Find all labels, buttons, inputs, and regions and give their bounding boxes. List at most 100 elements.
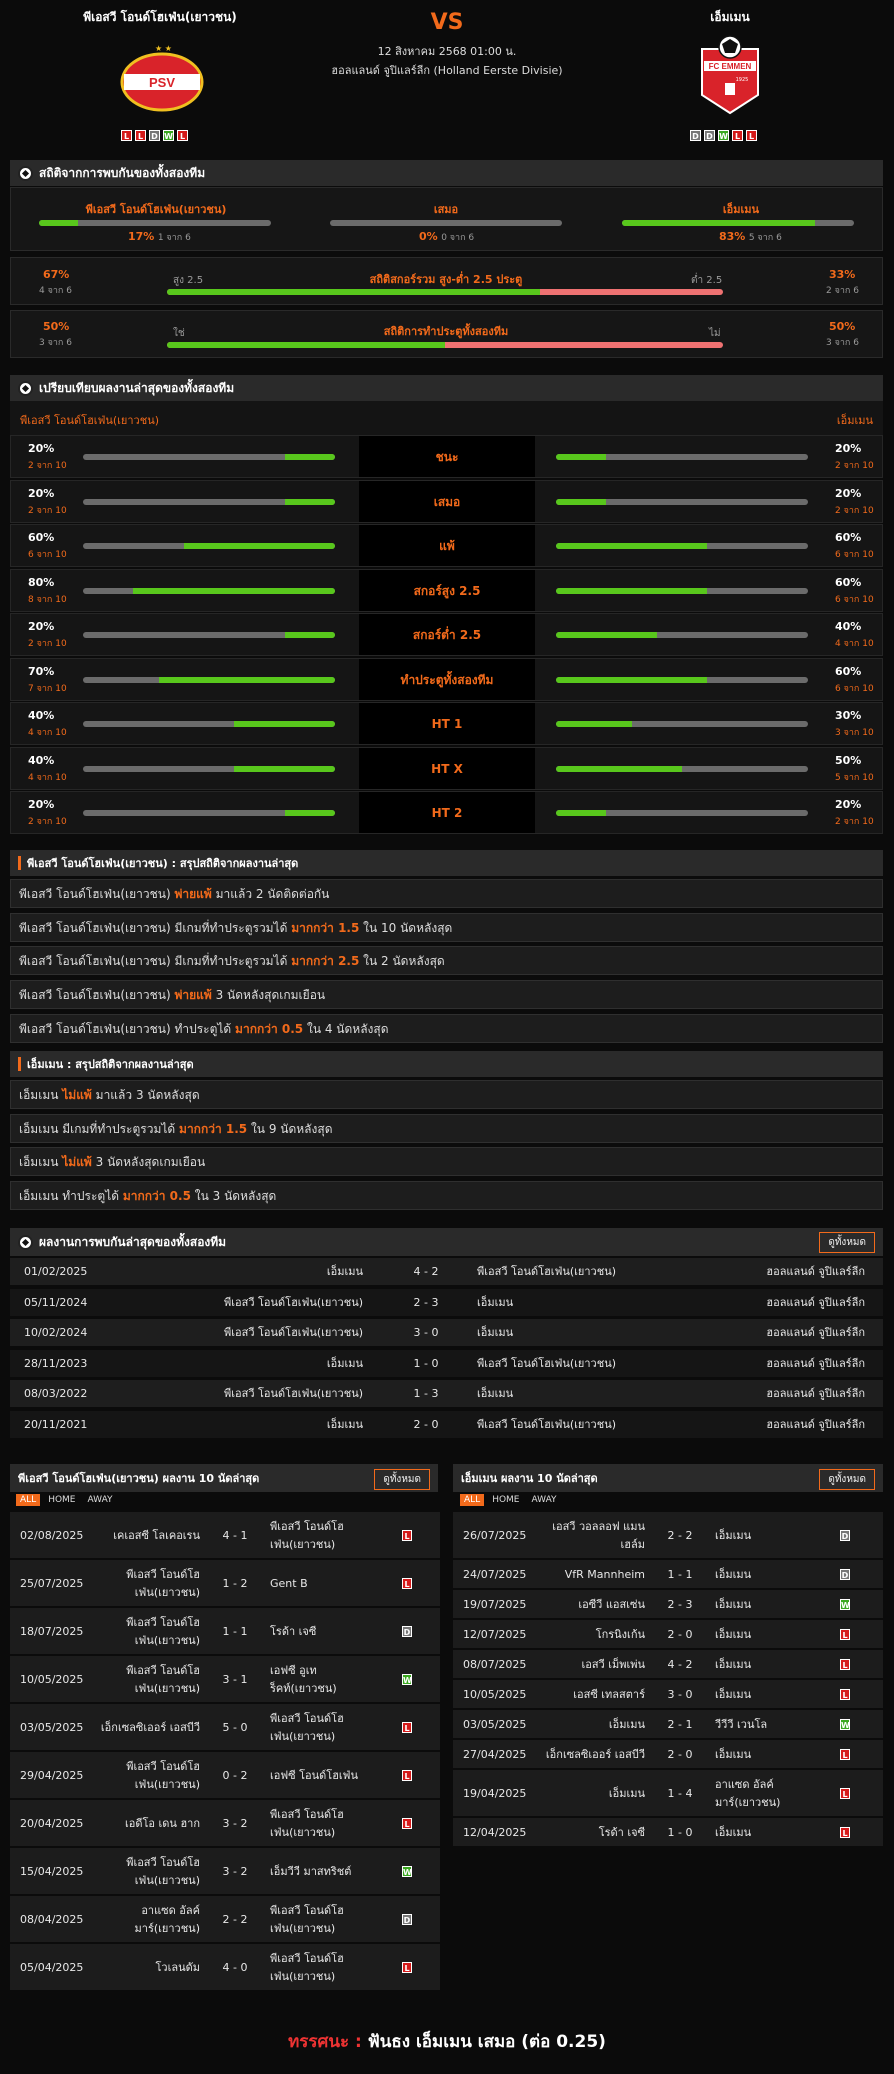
h2h-results-header: ผลงานการพบกันล่าสุดของทั้งสองทีม ดูทั้งห… [10, 1228, 883, 1256]
form-badge: D [690, 130, 701, 141]
away-team: เอ็มเมน [477, 1326, 514, 1339]
recent-match-row[interactable]: 26/07/2025 เอสวี วอลลอฟ แมนเฮล์ม 2 - 2 เอ็ม… [453, 1512, 883, 1560]
home-team: พีเอสวี โอนด์โฮเฟ่น(เยาวชน) [224, 1295, 363, 1309]
summary-highlight: ไม่แพ้ [62, 1155, 92, 1170]
h2h-home-bar [39, 220, 271, 226]
home-team: โรด้า เจซี [598, 1826, 645, 1839]
h2h-view-all-button[interactable]: ดูทั้งหมด [819, 1232, 875, 1253]
recent-match-row[interactable]: 25/07/2025 พีเอสวี โอนด์โฮเฟ่น(เยาวชน) 1 -… [10, 1560, 440, 1608]
away-last10-header: เอ็มเมน ผลงาน 10 นัดล่าสุด ดูทั้งหมด [453, 1464, 883, 1492]
summary-highlight: มากกว่า 1.5 [291, 920, 360, 935]
home-of: 7 จาก 10 [28, 683, 67, 694]
recent-match-row[interactable]: 18/07/2025 พีเอสวี โอนด์โฮเฟ่น(เยาวชน) 1 -… [10, 1608, 440, 1656]
tab-home[interactable]: HOME [488, 1494, 523, 1506]
recent-match-row[interactable]: 24/07/2025 VfR Mannheim 1 - 1 เอ็มเมน D [453, 1560, 883, 1590]
score: 1 - 1 [667, 1567, 693, 1581]
match-league: ฮอลแลนด์ จูปิแลร์ลีก (Holland Eerste Div… [331, 64, 563, 77]
result-badge: L [840, 1629, 850, 1640]
recent-match-row[interactable]: 20/04/2025 เอดีโอ เดน ฮาก 3 - 2 พีเอสวี โอน… [10, 1800, 440, 1848]
recent-match-row[interactable]: 08/07/2025 เอสวี เม็พเพ่น 4 - 2 เอ็มเมน L [453, 1650, 883, 1680]
match-date: 27/04/2025 [463, 1747, 527, 1761]
bts-bar [167, 342, 723, 348]
h2h-result-row[interactable]: 05/11/2024 พีเอสวี โอนด์โฮเฟ่น(เยาวชน) 2 -… [10, 1288, 883, 1317]
home-team: พีเอสวี โอนด์โฮเฟ่น(เยาวชน) [126, 1616, 200, 1647]
ou-bar-fill [167, 289, 540, 295]
compare-row: 70% 7 จาก 10 ทำประตูทั้งสองทีม 60% 6 จาก 10 [10, 657, 883, 701]
compare-label: HT 1 [359, 703, 535, 744]
summary-row: พีเอสวี โอนด์โฮเฟ่น(เยาวชน) ทำประตูได้ ม… [10, 1013, 883, 1043]
recent-match-row[interactable]: 08/04/2025 อาแซด อัลค์มาร์(เยาวชน) 2 - 2 พี… [10, 1896, 440, 1944]
form-badge: L [121, 130, 132, 141]
away-team: พีเอสวี โอนด์โฮเฟ่น(เยาวชน) [477, 1265, 616, 1278]
match-date: 03/05/2025 [20, 1720, 84, 1734]
away-form: DDWLL [690, 130, 757, 141]
recent-match-row[interactable]: 03/05/2025 เอ็มเมน 2 - 1 วีวีวี เวนโล W [453, 1710, 883, 1740]
tab-away[interactable]: AWAY [528, 1494, 561, 1506]
form-badge: D [149, 130, 160, 141]
score: 4 - 1 [222, 1528, 248, 1542]
away-team: เอ็มเมน [715, 1529, 752, 1542]
football-icon [18, 380, 33, 396]
summary-text: ใน 4 นัดหลังสุด [303, 1021, 389, 1036]
tab-away[interactable]: AWAY [84, 1494, 117, 1506]
tab-home[interactable]: HOME [44, 1494, 79, 1506]
home-bar [83, 676, 335, 683]
h2h-result-row[interactable]: 08/03/2022 พีเอสวี โอนด์โฮเฟ่น(เยาวชน) 1 -… [10, 1380, 883, 1408]
recent-match-row[interactable]: 19/04/2025 เอ็มเมน 1 - 4 อาแซด อัลค์มาร์(เย… [453, 1770, 883, 1818]
result-badge: W [402, 1674, 412, 1685]
away-bar-fill [556, 454, 607, 460]
score: 3 - 1 [222, 1672, 248, 1686]
recent-match-row[interactable]: 03/05/2025 เอ็กเซลซิเออร์ เอสบีวี 5 - 0 พีเ… [10, 1704, 440, 1752]
match-date: 10/02/2024 [24, 1326, 88, 1339]
h2h-stats-header: สถิติจากการพบกันของทั้งสองทีม [10, 160, 883, 186]
recent-match-row[interactable]: 10/05/2025 เอสซี เทลสตาร์ 3 - 0 เอ็มเมน L [453, 1680, 883, 1710]
recent-match-row[interactable]: 15/04/2025 พีเอสวี โอนด์โฮเฟ่น(เยาวชน) 3 -… [10, 1848, 440, 1896]
summary-row: พีเอสวี โอนด์โฮเฟ่น(เยาวชน) มีเกมที่ทำปร… [10, 946, 883, 976]
away-bar [556, 676, 808, 683]
h2h-result-row[interactable]: 10/02/2024 พีเอสวี โอนด์โฮเฟ่น(เยาวชน) 3 -… [10, 1319, 883, 1347]
match-date: 18/07/2025 [20, 1624, 84, 1638]
score: 2 - 0 [413, 1417, 439, 1431]
h2h-draw-label: เสมอ [433, 203, 459, 216]
h2h-result-row[interactable]: 28/11/2023 เอ็มเมน 1 - 0 พีเอสวี โอนด์โฮเฟ่… [10, 1349, 883, 1378]
away-view-all-button[interactable]: ดูทั้งหมด [819, 1469, 875, 1490]
home-view-all-button[interactable]: ดูทั้งหมด [374, 1469, 430, 1490]
recent-match-row[interactable]: 12/07/2025 โกรนิงเก้น 2 - 0 เอ็มเมน L [453, 1620, 883, 1650]
match-date: 19/07/2025 [463, 1597, 527, 1611]
tab-all[interactable]: ALL [16, 1494, 41, 1506]
home-pct: 40% [28, 709, 55, 722]
score: 4 - 0 [222, 1960, 248, 1974]
tab-all[interactable]: ALL [460, 1494, 485, 1506]
home-team-name[interactable]: พีเอสวี โอนด์โฮเฟ่น(เยาวชน) [60, 8, 260, 27]
match-date: 08/04/2025 [20, 1912, 84, 1926]
recent-match-row[interactable]: 02/08/2025 เคเอสซี โลเคอเรน 4 - 1 พีเอสวี โ… [10, 1512, 440, 1560]
away-team: Gent B [270, 1576, 308, 1590]
h2h-home-pct: 17% [128, 230, 155, 243]
verdict-text: ฟันธง เอ็มเมน เสมอ (ต่อ 0.25) [367, 2032, 606, 2052]
recent-match-row[interactable]: 29/04/2025 พีเอสวี โอนด์โฮเฟ่น(เยาวชน) 0 -… [10, 1752, 440, 1800]
home-pct: 20% [28, 620, 55, 633]
h2h-result-row[interactable]: 20/11/2021 เอ็มเมน 2 - 0 พีเอสวี โอนด์โฮเฟ่… [10, 1410, 883, 1439]
away-team: พีเอสวี โอนด์โฮเฟ่น(เยาวชน) [270, 1904, 344, 1935]
recent-match-row[interactable]: 19/07/2025 เอซีวี แอสเซ่น 2 - 3 เอ็มเมน W [453, 1590, 883, 1620]
compare-row: 40% 4 จาก 10 HT X 50% 5 จาก 10 [10, 746, 883, 790]
home-of: 4 จาก 10 [28, 728, 67, 738]
score: 3 - 2 [222, 1864, 248, 1878]
away-of: 5 จาก 10 [835, 772, 874, 783]
league-name: ฮอลแลนด์ จูปิแลร์ลีก [766, 1295, 865, 1309]
recent-match-row[interactable]: 10/05/2025 พีเอสวี โอนด์โฮเฟ่น(เยาวชน) 3 -… [10, 1656, 440, 1704]
away-pct: 20% [835, 442, 862, 455]
compare-row: 20% 2 จาก 10 ชนะ 20% 2 จาก 10 [10, 435, 883, 478]
recent-match-row[interactable]: 27/04/2025 เอ็กเซลซิเออร์ เอสบีวี 2 - 0 เอ็… [453, 1740, 883, 1770]
home-team: เคเอสซี โลเคอเรน [113, 1529, 200, 1542]
recent-match-row[interactable]: 05/04/2025 โวเลนดัม 4 - 0 พีเอสวี โอนด์โฮเฟ… [10, 1944, 440, 1992]
away-team-name[interactable]: เอ็มเมน [630, 8, 830, 27]
home-bar-fill [183, 543, 335, 549]
match-date: 25/07/2025 [20, 1576, 84, 1590]
h2h-result-row[interactable]: 01/02/2025 เอ็มเมน 4 - 2 พีเอสวี โอนด์โฮเฟ่… [10, 1258, 883, 1286]
away-bar [556, 498, 808, 505]
h2h-home-of: 1 จาก 6 [157, 233, 191, 243]
home-pct: 60% [28, 531, 55, 544]
recent-match-row[interactable]: 12/04/2025 โรด้า เจซี 1 - 0 เอ็มเมน L [453, 1818, 883, 1848]
home-team: พีเอสวี โอนด์โฮเฟ่น(เยาวชน) [126, 1664, 200, 1695]
